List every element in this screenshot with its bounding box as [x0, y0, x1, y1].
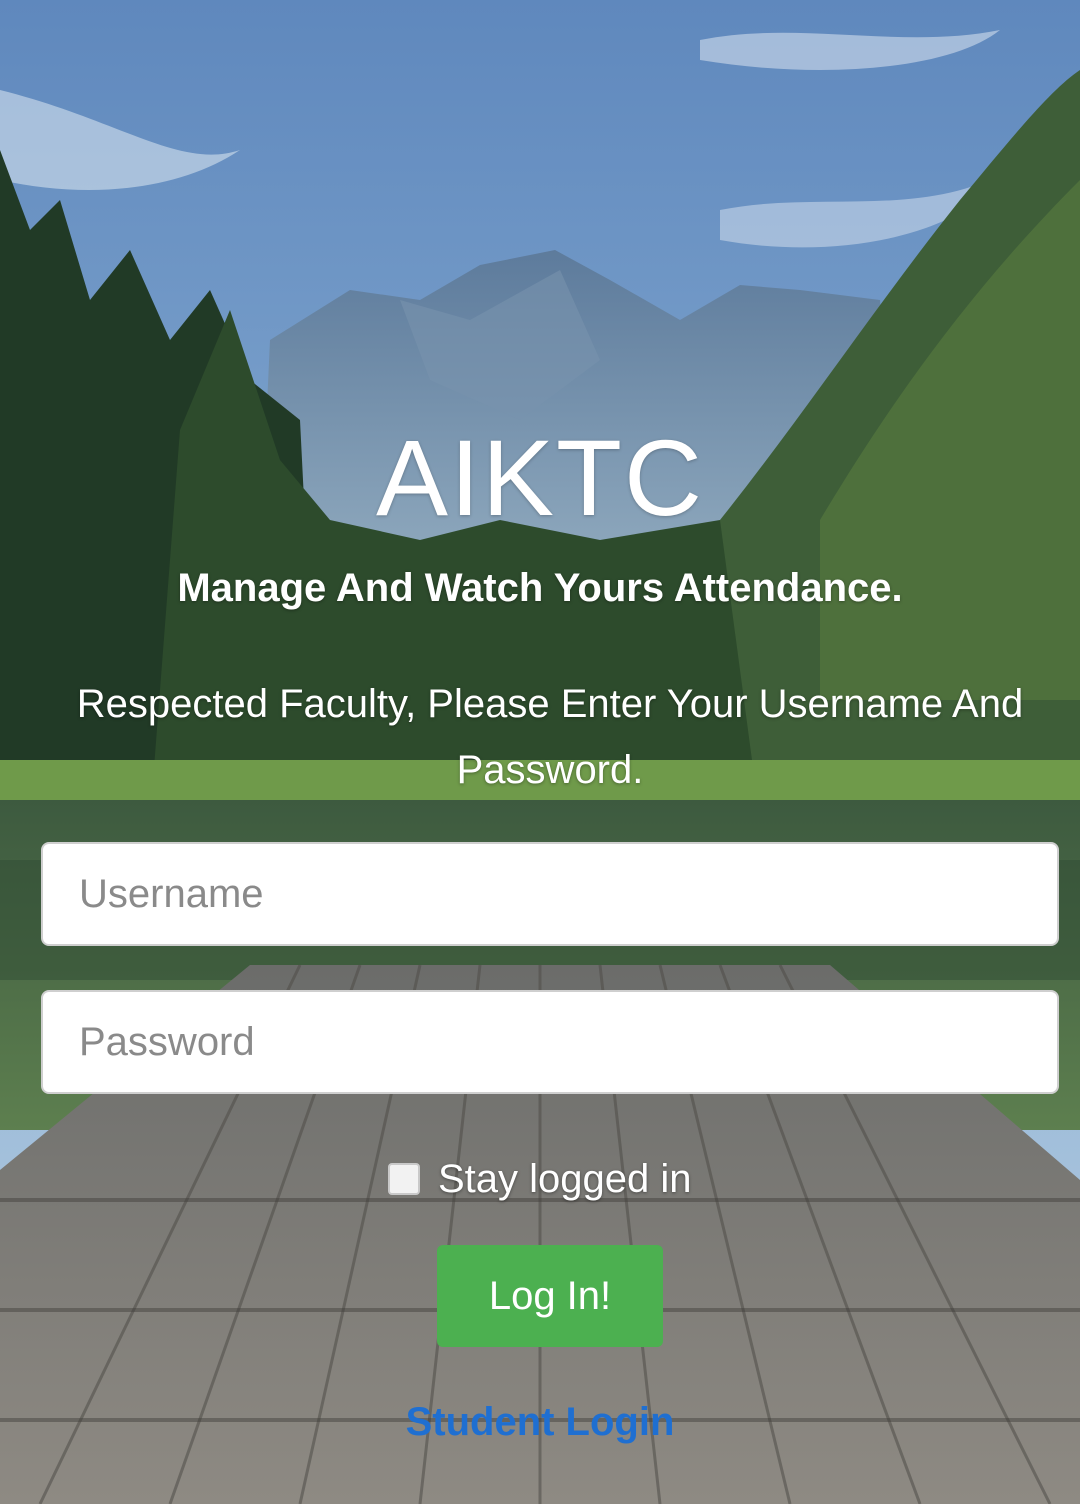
student-login-link[interactable]: Student Login [0, 1400, 1080, 1445]
app-tagline: Manage And Watch Yours Attendance. [177, 566, 903, 610]
app-title: AIKTC [375, 417, 705, 538]
stay-logged-in-label: Stay logged in [438, 1156, 692, 1201]
login-button[interactable]: Log In! [437, 1245, 663, 1347]
login-instruction: Respected Faculty, Please Enter Your Use… [76, 682, 1024, 792]
stay-logged-in-checkbox[interactable] [388, 1163, 420, 1195]
stay-logged-in-option[interactable]: Stay logged in [388, 1152, 692, 1206]
password-input[interactable] [41, 990, 1059, 1094]
username-input[interactable] [41, 842, 1059, 946]
login-screen: AIKTC Manage And Watch Yours Attendance.… [0, 0, 1080, 1504]
